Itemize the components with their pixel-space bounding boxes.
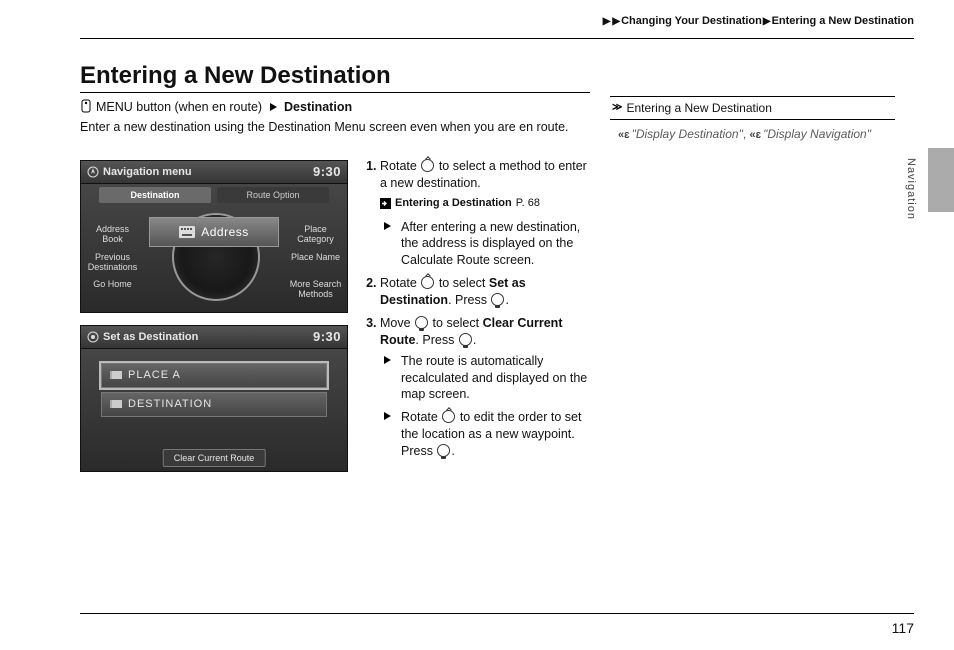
wheel-item-more-search[interactable]: More SearchMethods — [288, 280, 343, 300]
bullet-icon — [384, 412, 391, 420]
screen-titlebar: Navigation menu 9:30 — [81, 161, 347, 184]
wheel-center-label: Address — [201, 224, 249, 240]
page-title: Entering a New Destination — [80, 60, 391, 92]
screenshot-set-destination: Set as Destination 9:30 PLACE A DESTINAT… — [80, 325, 348, 472]
wheel-item-address-book[interactable]: AddressBook — [85, 225, 140, 245]
tab-destination[interactable]: Destination — [99, 187, 211, 203]
divider — [80, 92, 590, 93]
step-sub-text: The route is automatically recalculated … — [401, 353, 588, 404]
step-3: Move to select Clear Current Route. Pres… — [380, 315, 588, 460]
step-text: . — [505, 293, 508, 307]
wheel-item-place-category[interactable]: PlaceCategory — [288, 225, 343, 245]
thumb-tab — [928, 148, 954, 212]
sidebar-heading-text: Entering a New Destination — [626, 100, 771, 116]
instruction-steps: Rotate to select a method to enter a new… — [358, 158, 588, 466]
step-text: . Press — [415, 333, 454, 347]
step-sub-text: After entering a new destination, the ad… — [401, 219, 588, 270]
step-2: Rotate to select Set as Destination. Pre… — [380, 275, 588, 309]
voice-icon: «ɛ — [750, 129, 762, 141]
list-item-label: DESTINATION — [128, 397, 212, 412]
move-dial-icon — [415, 316, 428, 329]
screen-title: Set as Destination — [103, 330, 198, 345]
section-label: Navigation — [903, 158, 918, 220]
step-text: . — [473, 333, 476, 347]
list-item-label: PLACE A — [128, 368, 181, 383]
wheel-center-address[interactable]: Address — [149, 217, 279, 247]
menu-path: MENU button (when en route) Destination — [80, 99, 352, 116]
screen-title: Navigation menu — [103, 165, 192, 180]
divider — [80, 38, 914, 39]
link-icon — [380, 198, 391, 209]
compass-icon — [87, 166, 99, 178]
info-icon: ≫ — [612, 101, 622, 115]
xref-label: Entering a Destination — [395, 196, 512, 211]
breadcrumb-page: Entering a New Destination — [772, 15, 914, 27]
divider — [80, 613, 914, 614]
breadcrumb: ▶▶Changing Your Destination▶Entering a N… — [602, 14, 914, 29]
list-item-destination[interactable]: DESTINATION — [101, 392, 327, 417]
push-button-icon — [459, 333, 472, 346]
step-sub-text: Rotate to edit the order to set the loca… — [401, 409, 588, 460]
menu-button-icon — [80, 99, 92, 113]
menu-path-dest: Destination — [284, 100, 352, 114]
chevron-right-icon: ▶ — [612, 16, 620, 27]
voice-icon: «ɛ — [618, 129, 630, 141]
cross-reference: Entering a Destination P. 68 — [380, 196, 588, 211]
step-text: Rotate — [380, 159, 417, 173]
sidebar-heading: ≫ Entering a New Destination — [610, 96, 895, 120]
step-sub: Rotate to edit the order to set the loca… — [380, 409, 588, 460]
rotate-dial-icon — [421, 276, 434, 289]
voice-cmd-2: "Display Navigation" — [763, 127, 871, 141]
breadcrumb-section: Changing Your Destination — [621, 15, 762, 27]
step-text: Rotate — [380, 276, 417, 290]
bullet-icon — [384, 222, 391, 230]
chevron-right-icon: ▶ — [603, 16, 611, 27]
page-number: 117 — [892, 619, 914, 638]
chevron-right-icon: ▶ — [763, 16, 771, 27]
flag-icon — [110, 400, 122, 408]
wheel[interactable]: Address AddressBook PreviousDestinations… — [81, 207, 347, 302]
step-sub: After entering a new destination, the ad… — [380, 219, 588, 270]
clear-route-button[interactable]: Clear Current Route — [163, 449, 266, 467]
xref-page: P. 68 — [516, 196, 540, 211]
clock: 9:30 — [313, 328, 341, 346]
step-text: to select — [439, 276, 486, 290]
step-text: . Press — [448, 293, 487, 307]
step-1: Rotate to select a method to enter a new… — [380, 158, 588, 269]
bullet-icon — [384, 356, 391, 364]
intro-text: Enter a new destination using the Destin… — [80, 119, 590, 136]
voice-commands: «ɛ"Display Destination", «ɛ"Display Navi… — [610, 120, 895, 143]
chevron-right-icon — [270, 103, 277, 111]
wheel-item-previous[interactable]: PreviousDestinations — [85, 253, 140, 273]
target-icon — [87, 331, 99, 343]
wheel-item-go-home[interactable]: Go Home — [85, 280, 140, 290]
flag-icon — [110, 371, 122, 379]
step-text: to select — [433, 316, 480, 330]
menu-path-pre: MENU button (when en route) — [96, 100, 262, 114]
screenshot-nav-menu: Navigation menu 9:30 Destination Route O… — [80, 160, 348, 313]
tab-route-option[interactable]: Route Option — [217, 187, 329, 203]
list-item-place[interactable]: PLACE A — [101, 363, 327, 388]
clock: 9:30 — [313, 163, 341, 181]
screen-titlebar: Set as Destination 9:30 — [81, 326, 347, 349]
step-sub: The route is automatically recalculated … — [380, 353, 588, 404]
voice-sep: , — [743, 127, 750, 141]
rotate-dial-icon — [421, 159, 434, 172]
push-button-icon — [437, 444, 450, 457]
rotate-dial-icon — [442, 410, 455, 423]
sidebar: ≫ Entering a New Destination «ɛ"Display … — [610, 96, 895, 143]
wheel-item-place-name[interactable]: Place Name — [288, 253, 343, 263]
keyboard-icon — [179, 226, 195, 238]
push-button-icon — [491, 293, 504, 306]
step-text: Move — [380, 316, 411, 330]
voice-cmd-1: "Display Destination" — [632, 127, 743, 141]
